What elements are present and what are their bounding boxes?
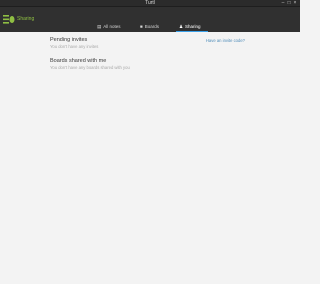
window-title: Turtl (145, 0, 155, 6)
maximize-icon[interactable]: □ (287, 1, 291, 6)
pending-invites-heading: Pending invites (50, 37, 88, 43)
tab-sharing[interactable]: ♟ Sharing (176, 22, 208, 33)
sharing-content: Have an invite code? Pending invites You… (0, 32, 300, 284)
close-icon[interactable]: × (293, 1, 297, 6)
tab-label: Sharing (185, 24, 201, 29)
tab-label: All notes (103, 24, 121, 29)
boards-icon: ■ (140, 24, 143, 29)
main-tabs: ▤ All notes ■ Boards ♟ Sharing (0, 22, 300, 33)
invite-code-link[interactable]: Have an invite code? (206, 38, 245, 44)
minimize-icon[interactable]: – (281, 1, 285, 6)
shared-boards-section: Boards shared with me You don't have any… (50, 58, 130, 71)
tab-label: Boards (144, 24, 159, 29)
app-header: Sharing ▤ All notes ■ Boards ♟ Sharing (0, 7, 300, 33)
tab-boards[interactable]: ■ Boards (140, 22, 159, 32)
pending-invites-section: Pending invites You don't have any invit… (50, 37, 98, 50)
pending-invites-empty: You don't have any invites (50, 44, 99, 49)
shared-boards-heading: Boards shared with me (50, 58, 107, 64)
notes-icon: ▤ (97, 24, 102, 29)
shared-boards-empty: You don't have any boards shared with yo… (50, 65, 130, 70)
window-titlebar: Turtl – □ × (0, 0, 300, 7)
tab-all-notes[interactable]: ▤ All notes (97, 22, 121, 32)
